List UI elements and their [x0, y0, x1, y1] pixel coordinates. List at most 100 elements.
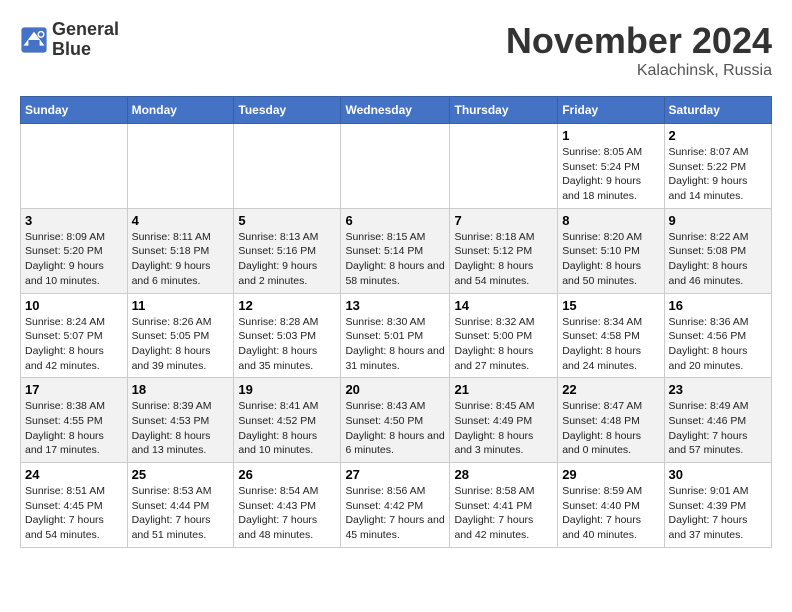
day-number: 25	[132, 467, 230, 482]
day-info: Sunrise: 8:07 AMSunset: 5:22 PMDaylight:…	[669, 145, 767, 204]
day-info: Sunrise: 8:56 AMSunset: 4:42 PMDaylight:…	[345, 484, 445, 543]
day-info: Sunrise: 8:11 AMSunset: 5:18 PMDaylight:…	[132, 230, 230, 289]
header-friday: Friday	[558, 97, 664, 124]
table-row: 21 Sunrise: 8:45 AMSunset: 4:49 PMDayligh…	[450, 378, 558, 463]
day-info: Sunrise: 8:45 AMSunset: 4:49 PMDaylight:…	[454, 399, 553, 458]
logo-text: General Blue	[52, 20, 119, 60]
day-info: Sunrise: 8:49 AMSunset: 4:46 PMDaylight:…	[669, 399, 767, 458]
day-number: 16	[669, 298, 767, 313]
table-row: 14Sunrise: 8:32 AMSunset: 5:00 PMDayligh…	[450, 293, 558, 378]
table-row: 7 Sunrise: 8:18 AMSunset: 5:12 PMDaylight…	[450, 208, 558, 293]
day-info: Sunrise: 8:39 AMSunset: 4:53 PMDaylight:…	[132, 399, 230, 458]
day-number: 19	[238, 382, 336, 397]
day-number: 28	[454, 467, 553, 482]
header: General Blue November 2024 Kalachinsk, R…	[20, 20, 772, 80]
table-row: 26Sunrise: 8:54 AMSunset: 4:43 PMDayligh…	[234, 463, 341, 548]
day-info: Sunrise: 8:30 AMSunset: 5:01 PMDaylight:…	[345, 315, 445, 374]
day-info: Sunrise: 8:51 AMSunset: 4:45 PMDaylight:…	[25, 484, 123, 543]
month-title: November 2024	[506, 20, 772, 62]
day-number: 14	[454, 298, 553, 313]
table-row: 23 Sunrise: 8:49 AMSunset: 4:46 PMDayligh…	[664, 378, 771, 463]
day-number: 23	[669, 382, 767, 397]
table-row: 11 Sunrise: 8:26 AMSunset: 5:05 PMDayligh…	[127, 293, 234, 378]
day-info: Sunrise: 8:36 AMSunset: 4:56 PMDaylight:…	[669, 315, 767, 374]
table-row: 1 Sunrise: 8:05 AMSunset: 5:24 PMDaylight…	[558, 124, 664, 209]
day-number: 30	[669, 467, 767, 482]
table-row: 3Sunrise: 8:09 AMSunset: 5:20 PMDaylight…	[21, 208, 128, 293]
day-number: 2	[669, 128, 767, 143]
day-number: 8	[562, 213, 659, 228]
day-info: Sunrise: 8:15 AMSunset: 5:14 PMDaylight:…	[345, 230, 445, 289]
location-title: Kalachinsk, Russia	[506, 62, 772, 80]
day-number: 21	[454, 382, 553, 397]
table-row: 13 Sunrise: 8:30 AMSunset: 5:01 PMDayligh…	[341, 293, 450, 378]
title-section: November 2024 Kalachinsk, Russia	[506, 20, 772, 80]
table-row	[234, 124, 341, 209]
day-number: 29	[562, 467, 659, 482]
header-tuesday: Tuesday	[234, 97, 341, 124]
day-number: 5	[238, 213, 336, 228]
day-number: 13	[345, 298, 445, 313]
day-number: 4	[132, 213, 230, 228]
day-number: 9	[669, 213, 767, 228]
table-row: 16 Sunrise: 8:36 AMSunset: 4:56 PMDayligh…	[664, 293, 771, 378]
table-row: 8 Sunrise: 8:20 AMSunset: 5:10 PMDaylight…	[558, 208, 664, 293]
table-row: 20Sunrise: 8:43 AMSunset: 4:50 PMDayligh…	[341, 378, 450, 463]
logo: General Blue	[20, 20, 119, 60]
table-row: 19Sunrise: 8:41 AMSunset: 4:52 PMDayligh…	[234, 378, 341, 463]
day-number: 6	[345, 213, 445, 228]
calendar-week-row: 3Sunrise: 8:09 AMSunset: 5:20 PMDaylight…	[21, 208, 772, 293]
day-info: Sunrise: 8:20 AMSunset: 5:10 PMDaylight:…	[562, 230, 659, 289]
calendar-table: Sunday Monday Tuesday Wednesday Thursday…	[20, 96, 772, 548]
day-number: 15	[562, 298, 659, 313]
logo-line2: Blue	[52, 40, 119, 60]
header-sunday: Sunday	[21, 97, 128, 124]
day-info: Sunrise: 8:47 AMSunset: 4:48 PMDaylight:…	[562, 399, 659, 458]
day-info: Sunrise: 8:18 AMSunset: 5:12 PMDaylight:…	[454, 230, 553, 289]
day-number: 27	[345, 467, 445, 482]
day-number: 11	[132, 298, 230, 313]
table-row: 9Sunrise: 8:22 AMSunset: 5:08 PMDaylight…	[664, 208, 771, 293]
day-number: 7	[454, 213, 553, 228]
calendar-week-row: 10 Sunrise: 8:24 AMSunset: 5:07 PMDayligh…	[21, 293, 772, 378]
table-row: 6 Sunrise: 8:15 AMSunset: 5:14 PMDaylight…	[341, 208, 450, 293]
day-info: Sunrise: 8:28 AMSunset: 5:03 PMDaylight:…	[238, 315, 336, 374]
day-info: Sunrise: 8:58 AMSunset: 4:41 PMDaylight:…	[454, 484, 553, 543]
day-info: Sunrise: 9:01 AMSunset: 4:39 PMDaylight:…	[669, 484, 767, 543]
table-row: 27 Sunrise: 8:56 AMSunset: 4:42 PMDayligh…	[341, 463, 450, 548]
header-wednesday: Wednesday	[341, 97, 450, 124]
table-row: 5 Sunrise: 8:13 AMSunset: 5:16 PMDaylight…	[234, 208, 341, 293]
table-row	[127, 124, 234, 209]
day-info: Sunrise: 8:53 AMSunset: 4:44 PMDaylight:…	[132, 484, 230, 543]
day-info: Sunrise: 8:54 AMSunset: 4:43 PMDaylight:…	[238, 484, 336, 543]
day-info: Sunrise: 8:13 AMSunset: 5:16 PMDaylight:…	[238, 230, 336, 289]
table-row: 10 Sunrise: 8:24 AMSunset: 5:07 PMDayligh…	[21, 293, 128, 378]
header-monday: Monday	[127, 97, 234, 124]
day-info: Sunrise: 8:34 AMSunset: 4:58 PMDaylight:…	[562, 315, 659, 374]
day-number: 3	[25, 213, 123, 228]
day-number: 1	[562, 128, 659, 143]
table-row: 30 Sunrise: 9:01 AMSunset: 4:39 PMDayligh…	[664, 463, 771, 548]
table-row: 22Sunrise: 8:47 AMSunset: 4:48 PMDayligh…	[558, 378, 664, 463]
calendar-week-row: 1 Sunrise: 8:05 AMSunset: 5:24 PMDaylight…	[21, 124, 772, 209]
table-row: 12 Sunrise: 8:28 AMSunset: 5:03 PMDayligh…	[234, 293, 341, 378]
table-row: 29Sunrise: 8:59 AMSunset: 4:40 PMDayligh…	[558, 463, 664, 548]
table-row: 25 Sunrise: 8:53 AMSunset: 4:44 PMDayligh…	[127, 463, 234, 548]
day-info: Sunrise: 8:26 AMSunset: 5:05 PMDaylight:…	[132, 315, 230, 374]
day-number: 20	[345, 382, 445, 397]
table-row: 28 Sunrise: 8:58 AMSunset: 4:41 PMDayligh…	[450, 463, 558, 548]
table-row: 18Sunrise: 8:39 AMSunset: 4:53 PMDayligh…	[127, 378, 234, 463]
calendar-week-row: 24 Sunrise: 8:51 AMSunset: 4:45 PMDayligh…	[21, 463, 772, 548]
day-number: 24	[25, 467, 123, 482]
day-info: Sunrise: 8:05 AMSunset: 5:24 PMDaylight:…	[562, 145, 659, 204]
day-number: 10	[25, 298, 123, 313]
logo-line1: General	[52, 20, 119, 40]
table-row	[341, 124, 450, 209]
day-number: 12	[238, 298, 336, 313]
table-row	[21, 124, 128, 209]
calendar-week-row: 17Sunrise: 8:38 AMSunset: 4:55 PMDayligh…	[21, 378, 772, 463]
header-saturday: Saturday	[664, 97, 771, 124]
table-row: 2 Sunrise: 8:07 AMSunset: 5:22 PMDaylight…	[664, 124, 771, 209]
day-info: Sunrise: 8:24 AMSunset: 5:07 PMDaylight:…	[25, 315, 123, 374]
table-row: 24 Sunrise: 8:51 AMSunset: 4:45 PMDayligh…	[21, 463, 128, 548]
